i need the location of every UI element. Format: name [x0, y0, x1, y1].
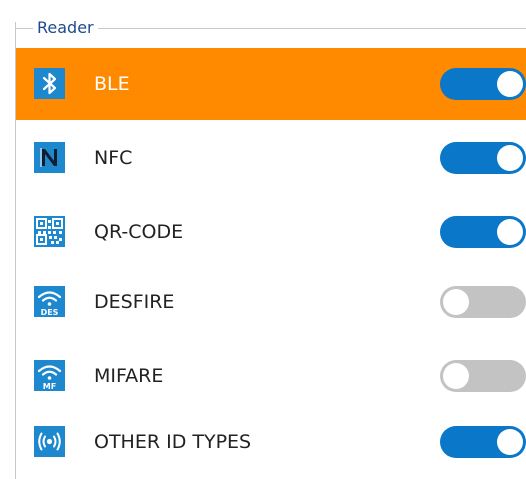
reader-row-mifare[interactable]: MF MIFARE — [16, 340, 526, 412]
reader-group-header: Reader — [15, 18, 526, 38]
reader-row-other-id-types[interactable]: OTHER ID TYPES — [16, 406, 526, 478]
reader-label: QR-CODE — [94, 221, 184, 243]
qr-code-icon — [34, 216, 65, 247]
toggle-knob — [443, 289, 469, 315]
reader-row-ble[interactable]: BLE — [16, 48, 526, 120]
reader-label: NFC — [94, 147, 133, 169]
ble-toggle[interactable] — [440, 68, 526, 100]
reader-row-nfc[interactable]: NFC — [16, 122, 526, 194]
toggle-knob — [497, 429, 523, 455]
desfire-toggle[interactable] — [440, 286, 526, 318]
toggle-knob — [497, 145, 523, 171]
desfire-icon: DES — [34, 286, 65, 317]
reader-row-qr-code[interactable]: QR-CODE — [16, 196, 526, 268]
toggle-knob — [443, 363, 469, 389]
svg-text:DES: DES — [41, 308, 59, 317]
toggle-knob — [497, 219, 523, 245]
other-id-types-toggle[interactable] — [440, 426, 526, 458]
nfc-icon — [34, 142, 65, 173]
qr-code-toggle[interactable] — [440, 216, 526, 248]
reader-label: OTHER ID TYPES — [94, 431, 252, 453]
svg-text:MF: MF — [43, 382, 56, 391]
toggle-knob — [497, 71, 523, 97]
bluetooth-icon — [34, 68, 65, 99]
reader-label: BLE — [94, 73, 130, 95]
group-title: Reader — [33, 19, 98, 37]
reader-label: DESFIRE — [94, 291, 175, 313]
broadcast-icon — [34, 426, 65, 457]
reader-row-desfire[interactable]: DES DESFIRE — [16, 266, 526, 338]
mifare-icon: MF — [34, 360, 65, 391]
reader-settings-panel: Reader BLE NFC QR-CODE DES DESFIRE MF MI… — [0, 0, 526, 479]
mifare-toggle[interactable] — [440, 360, 526, 392]
nfc-toggle[interactable] — [440, 142, 526, 174]
reader-label: MIFARE — [94, 365, 164, 387]
